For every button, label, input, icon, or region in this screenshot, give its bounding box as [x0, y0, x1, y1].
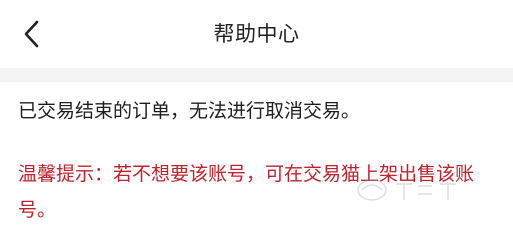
help-content: 已交易结束的订单，无法进行取消交易。 温馨提示：若不想要该账号，可在交易猫上架出… — [0, 82, 513, 228]
section-divider — [0, 68, 513, 82]
help-message: 已交易结束的订单，无法进行取消交易。 — [18, 100, 361, 122]
warm-tip: 温馨提示：若不想要该账号，可在交易猫上架出售该账号。 — [18, 163, 475, 221]
page-title: 帮助中心 — [213, 22, 300, 46]
top-nav-bar: 帮助中心 — [0, 0, 513, 68]
